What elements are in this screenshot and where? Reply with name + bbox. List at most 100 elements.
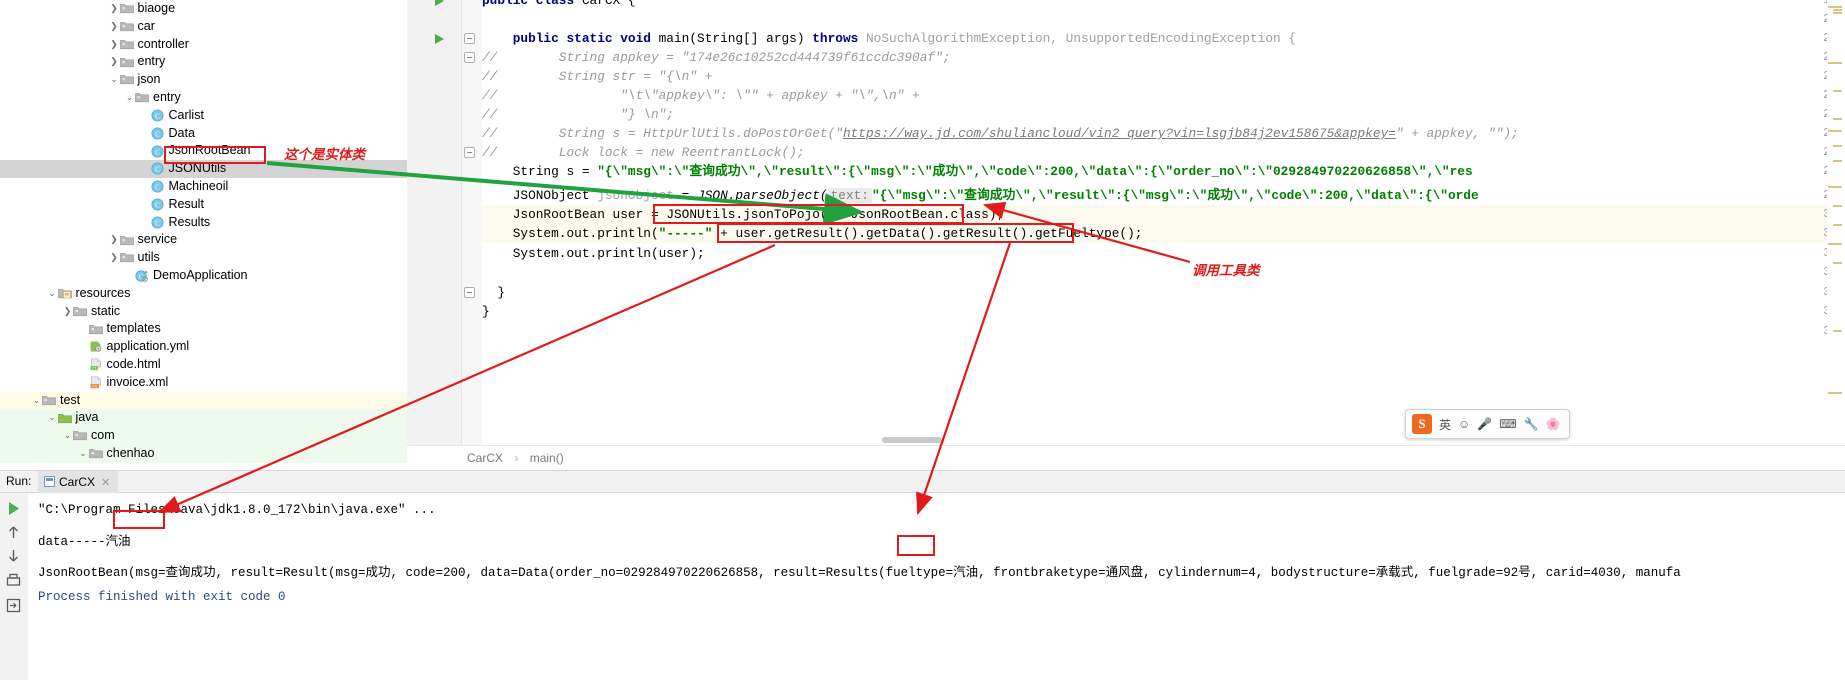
tree-item-demoapplication[interactable]: ·CDemoApplication — [0, 267, 407, 285]
code-token-keyword: public static void — [512, 31, 651, 46]
chevron-down-icon[interactable]: ⌄ — [124, 89, 135, 107]
chevron-right-icon[interactable]: ❯ — [109, 0, 120, 18]
code-line-19[interactable]: public class CarCX { — [482, 0, 636, 10]
close-icon[interactable]: ✕ — [101, 477, 110, 489]
sogou-ime-bar[interactable]: S 英 ☺ 🎤 ⌨ 🔧 🌸 — [1405, 409, 1570, 439]
code-fold-icon[interactable] — [464, 52, 475, 63]
tree-item-templates[interactable]: · templates — [0, 320, 407, 338]
code-line-34[interactable]: } — [482, 283, 505, 302]
tree-item-data[interactable]: · C Data — [0, 125, 407, 143]
editor-minimap[interactable] — [1827, 0, 1845, 445]
svg-text:<>: <> — [92, 384, 97, 389]
tree-item-com[interactable]: ⌄ com — [0, 427, 407, 445]
ime-voice-icon[interactable]: ⌨ — [1499, 417, 1516, 431]
minimap-marker — [1833, 160, 1842, 162]
tree-item-carlist[interactable]: · C Carlist — [0, 107, 407, 125]
tree-item-application-yml[interactable]: · application.yml — [0, 338, 407, 356]
console-line-3-pre: JsonRootBean(msg=查询成功, result=Result(msg… — [38, 566, 954, 580]
tree-item-static[interactable]: ❯ static — [0, 303, 407, 321]
tree-item-java[interactable]: ⌄ java — [0, 409, 407, 428]
tree-item-code-html[interactable]: ·Hcode.html — [0, 356, 407, 374]
run-toolbar[interactable] — [0, 493, 28, 680]
chevron-right-icon[interactable]: ❯ — [109, 53, 120, 71]
editor-horizontal-scrollbar[interactable] — [882, 437, 942, 443]
project-tree-panel[interactable]: ❯biaoge❯car❯controller❯entry⌄json⌄entry·… — [0, 0, 407, 470]
editor-gutter — [407, 0, 462, 445]
chevron-down-icon[interactable]: ⌄ — [109, 71, 120, 89]
code-line-25[interactable]: // "} \n"; — [482, 105, 674, 124]
class-icon: C — [151, 109, 166, 122]
code-line-24[interactable]: // "\t\"appkey\": \"" + appkey + "\",\n"… — [482, 86, 920, 105]
tree-item-label: controller — [137, 36, 189, 51]
code-line-29[interactable]: JSONObject jsonObject = JSON.parseObject… — [482, 186, 1479, 205]
chevron-down-icon[interactable]: ⌄ — [47, 285, 58, 303]
chevron-down-icon[interactable]: ⌄ — [78, 445, 89, 463]
run-tab-carcx[interactable]: CarCX ✕ — [38, 471, 119, 493]
run-gutter-icon[interactable] — [433, 33, 445, 45]
print-icon[interactable] — [4, 571, 23, 590]
console-line-2-value: 汽油 — [105, 535, 131, 549]
tree-item-results[interactable]: · C Results — [0, 214, 407, 232]
ime-mode-label[interactable]: 英 — [1439, 416, 1451, 433]
code-line-32[interactable]: System.out.println(user); — [482, 244, 705, 263]
code-fold-icon[interactable] — [464, 287, 475, 298]
code-editor-panel[interactable]: 192021222324252627282930313233343536 pub… — [407, 0, 1845, 470]
ime-keyboard-icon[interactable]: 🔧 — [1524, 417, 1539, 431]
code-fold-icon[interactable] — [464, 147, 475, 158]
code-line-23[interactable]: // String str = "{\n" + — [482, 67, 712, 86]
code-line-30[interactable]: JsonRootBean user = JSONUtils.jsonToPojo… — [482, 205, 1005, 224]
ime-toolbox-icon[interactable]: 🌸 — [1546, 417, 1561, 431]
ime-punctuation-icon[interactable]: ☺ — [1458, 417, 1470, 431]
tree-item-entry[interactable]: ⌄ entry — [0, 89, 407, 107]
ime-emoji-icon[interactable]: 🎤 — [1477, 417, 1492, 431]
code-line-35[interactable]: } — [482, 302, 490, 321]
breadcrumb-class[interactable]: CarCX — [467, 451, 503, 465]
tree-item-machineoil[interactable]: · C Machineoil — [0, 178, 407, 196]
tree-item-result[interactable]: · C Result — [0, 196, 407, 214]
code-line-31[interactable]: System.out.println("-----" + user.getRes… — [482, 224, 1143, 243]
run-gutter-icon[interactable] — [433, 0, 445, 7]
tree-item-controller[interactable]: ❯ controller — [0, 36, 407, 54]
code-line-27[interactable]: // Lock lock = new ReentrantLock(); — [482, 143, 805, 162]
tree-item-service[interactable]: ❯ service — [0, 231, 407, 249]
breadcrumb-method[interactable]: main() — [530, 451, 564, 465]
chevron-right-icon[interactable]: ❯ — [109, 231, 120, 249]
breadcrumb[interactable]: CarCX › main() — [407, 445, 1845, 470]
rerun-button[interactable] — [4, 499, 23, 518]
tree-item-utils[interactable]: ❯ utils — [0, 249, 407, 267]
console-output[interactable]: "C:\Program Files\Java\jdk1.8.0_172\bin\… — [28, 493, 1845, 679]
tree-item-biaoge[interactable]: ❯ biaoge — [0, 0, 407, 18]
tree-item-chenhao[interactable]: ⌄ chenhao — [0, 444, 407, 463]
tree-item-label: json — [137, 72, 161, 87]
code-line-26[interactable]: // String s = HttpUrlUtils.doPostOrGet("… — [482, 124, 1519, 143]
chevron-right-icon[interactable]: ❯ — [109, 249, 120, 267]
tree-item-entry[interactable]: ❯ entry — [0, 53, 407, 71]
chevron-down-icon[interactable]: ⌄ — [62, 427, 73, 445]
chevron-right-icon[interactable]: ❯ — [109, 18, 120, 36]
minimap-marker — [1833, 145, 1842, 147]
code-fold-icon[interactable] — [464, 33, 475, 44]
export-icon[interactable] — [4, 596, 23, 615]
run-panel: Run: CarCX ✕ "C:\Program Files\Java\jdk1… — [0, 470, 1845, 680]
tree-item-invoice-xml[interactable]: ·<> invoice.xml — [0, 374, 407, 392]
code-line-21[interactable]: public static void main(String[] args) t… — [482, 29, 1296, 48]
chevron-right-icon[interactable]: ❯ — [109, 36, 120, 54]
folder-icon — [42, 394, 57, 406]
tree-item-test[interactable]: ⌄ test — [0, 391, 407, 410]
scroll-up-button[interactable] — [4, 523, 23, 542]
code-token-brace: } — [497, 285, 506, 300]
scroll-down-button[interactable] — [4, 546, 23, 565]
tree-item-label: test — [60, 392, 81, 407]
chevron-down-icon[interactable]: ⌄ — [31, 392, 42, 410]
code-line-22[interactable]: // String appkey = "174e26c10252cd444739… — [482, 48, 950, 67]
tree-item-json[interactable]: ⌄ json — [0, 71, 407, 89]
console-line-3-highlight: 汽油 — [953, 566, 979, 580]
tree-item-resources[interactable]: ⌄ resources — [0, 285, 407, 303]
url-link[interactable]: https://way.jd.com/shuliancloud/vin2_que… — [843, 126, 1396, 141]
code-token-semicolon: ; — [996, 207, 1005, 222]
tree-item-car[interactable]: ❯ car — [0, 18, 407, 36]
chevron-down-icon[interactable]: ⌄ — [47, 409, 58, 427]
folder-icon — [88, 447, 104, 459]
chevron-right-icon[interactable]: ❯ — [62, 303, 73, 321]
code-line-28[interactable]: String s = "{\"msg\":\"查询成功\",\"result\"… — [482, 162, 1473, 181]
